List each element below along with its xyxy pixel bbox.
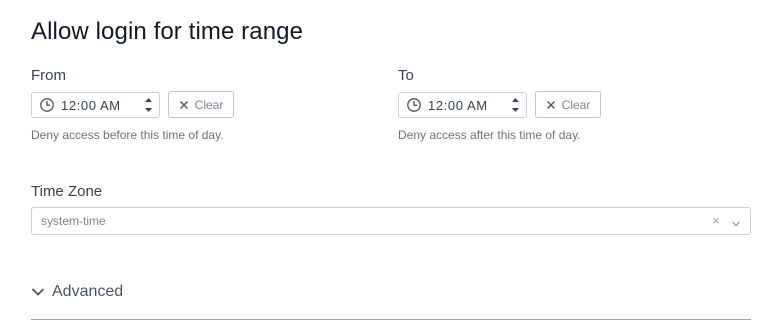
to-help-text: Deny access after this time of day. — [398, 128, 581, 142]
clock-icon — [39, 97, 55, 113]
timezone-value: system-time — [41, 214, 106, 228]
timezone-clear-icon[interactable]: × — [710, 213, 722, 229]
divider — [31, 319, 751, 320]
page-title: Allow login for time range — [31, 18, 304, 45]
to-spinner-arrows-icon[interactable] — [511, 96, 520, 114]
to-time-input[interactable]: 12:00 AM — [398, 92, 527, 118]
from-help-text: Deny access before this time of day. — [31, 128, 224, 142]
chevron-down-icon — [31, 288, 45, 296]
to-clear-label: Clear — [561, 97, 591, 112]
chevron-down-icon[interactable] — [731, 216, 741, 234]
to-time-value: 12:00 AM — [428, 97, 488, 113]
clock-icon — [406, 97, 422, 113]
from-time-value: 12:00 AM — [61, 97, 121, 113]
timezone-select[interactable]: system-time × — [31, 207, 751, 235]
from-clear-label: Clear — [194, 97, 224, 112]
advanced-toggle[interactable]: Advanced — [31, 283, 123, 301]
from-spinner-arrows-icon[interactable] — [144, 96, 153, 114]
close-icon — [546, 100, 555, 109]
timezone-label: Time Zone — [31, 183, 103, 200]
to-clear-button[interactable]: Clear — [535, 91, 601, 118]
close-icon — [179, 100, 188, 109]
to-label: To — [398, 67, 414, 84]
advanced-label: Advanced — [52, 283, 124, 300]
from-time-input[interactable]: 12:00 AM — [31, 92, 160, 118]
from-label: From — [31, 67, 66, 84]
from-clear-button[interactable]: Clear — [168, 91, 234, 118]
